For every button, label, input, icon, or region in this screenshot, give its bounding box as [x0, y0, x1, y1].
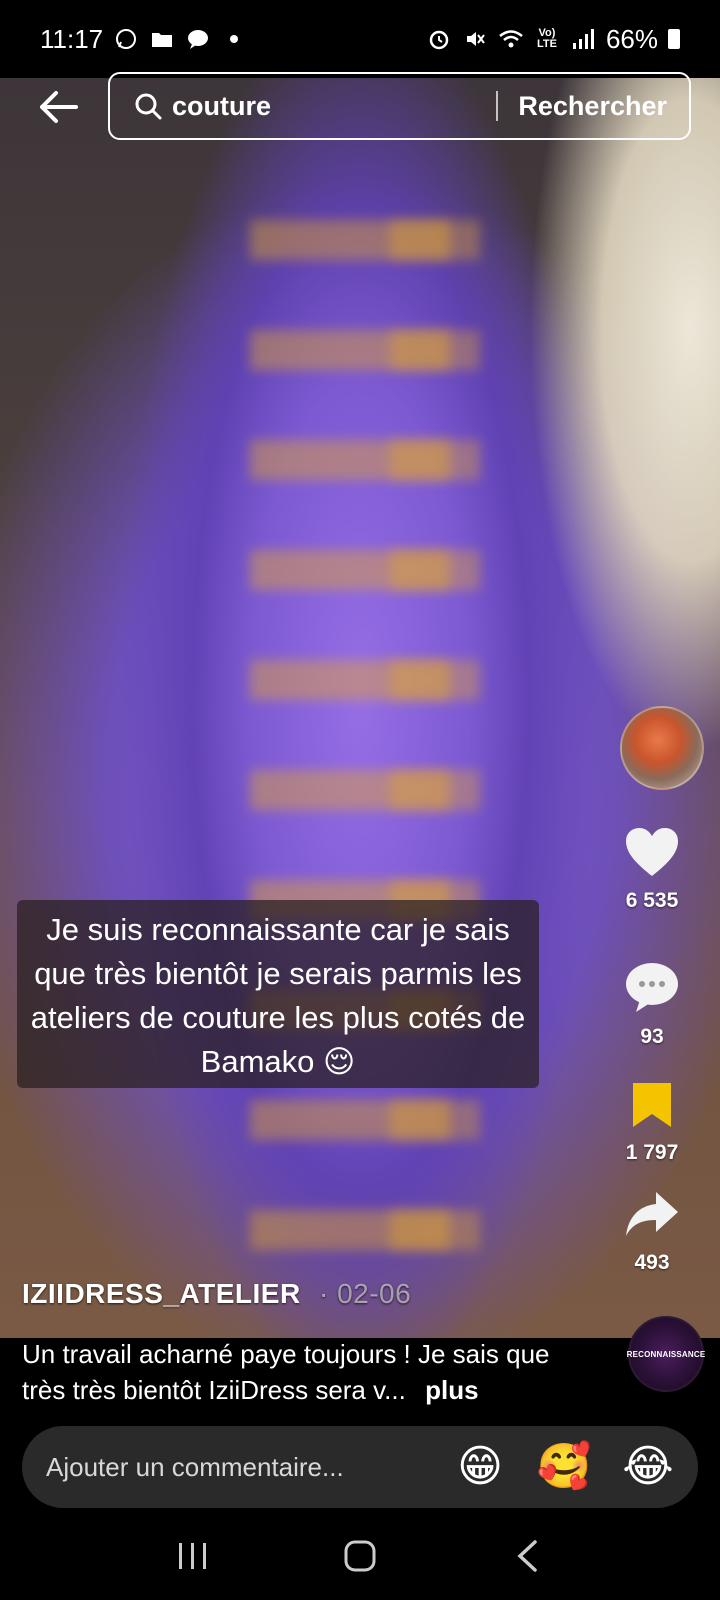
heart-icon: [626, 828, 678, 876]
folder-icon: [149, 26, 175, 52]
system-nav-bar: [0, 1512, 720, 1600]
share-button[interactable]: 493: [604, 1190, 700, 1275]
video-caption: Je suis reconnaissante car je sais que t…: [17, 900, 539, 1088]
search-submit-button[interactable]: Rechercher: [518, 91, 667, 122]
emoji-grin-button[interactable]: 😁: [450, 1437, 510, 1497]
status-time: 11:17: [40, 23, 104, 54]
dress-embroidery-right: [390, 220, 480, 1300]
dot-icon: [221, 26, 247, 52]
recents-icon: [179, 1543, 207, 1569]
status-right: Vo) LTE 66%: [426, 24, 680, 55]
author-name[interactable]: IZIIDRESS_ATELIER: [22, 1278, 301, 1309]
comment-count: 93: [640, 1025, 664, 1048]
chevron-left-icon: [517, 1540, 537, 1572]
search-icon: [128, 86, 168, 126]
mute-icon: [462, 26, 488, 52]
arrow-left-icon: [40, 91, 78, 123]
emoji-hearts-button[interactable]: 🥰: [534, 1437, 594, 1497]
comment-icon: [626, 963, 678, 1012]
share-arrow-icon: [626, 1192, 678, 1236]
search-input[interactable]: couture Rechercher: [108, 72, 691, 140]
post-date: · 02-06: [318, 1278, 412, 1309]
search-query[interactable]: couture: [172, 91, 496, 122]
more-link[interactable]: plus: [425, 1375, 478, 1405]
share-count: 493: [634, 1251, 670, 1274]
save-count: 1 797: [625, 1141, 679, 1164]
network-label: Vo) LTE: [536, 27, 557, 50]
battery-percent: 66%: [605, 23, 658, 54]
bookmark-icon: [633, 1083, 671, 1127]
home-button[interactable]: [330, 1526, 390, 1586]
sound-disc[interactable]: RECONNAISSANCE: [626, 1316, 706, 1392]
comment-button[interactable]: 93: [604, 962, 700, 1049]
recents-button[interactable]: [163, 1526, 223, 1586]
post-description[interactable]: Un travail acharné paye toujours ! Je sa…: [22, 1336, 582, 1408]
like-count: 6 535: [625, 889, 679, 912]
wifi-icon: [498, 26, 524, 52]
author-line[interactable]: IZIIDRESS_ATELIER · 02-06: [22, 1278, 411, 1310]
sound-label: RECONNAISSANCE: [626, 1349, 706, 1359]
status-bar: 11:17 Vo) LTE 66%: [0, 0, 720, 78]
chat-bubble-icon: [185, 26, 211, 52]
alarm-icon: [426, 26, 452, 52]
search-divider: [496, 91, 499, 121]
whatsapp-icon: [113, 26, 139, 52]
battery-icon: [668, 29, 680, 49]
author-avatar[interactable]: [620, 706, 704, 790]
comment-bar[interactable]: Ajouter un commentaire... 😁 🥰 😂: [22, 1426, 698, 1508]
comment-input[interactable]: Ajouter un commentaire...: [46, 1452, 426, 1483]
emoji-joy-button[interactable]: 😂: [618, 1437, 678, 1497]
signal-icon: [570, 26, 596, 52]
back-button[interactable]: [28, 82, 88, 132]
save-button[interactable]: 1 797: [604, 1080, 700, 1165]
status-left: 11:17: [40, 24, 247, 55]
like-button[interactable]: 6 535: [604, 826, 700, 913]
system-back-button[interactable]: [497, 1526, 557, 1586]
home-icon: [344, 1540, 376, 1572]
